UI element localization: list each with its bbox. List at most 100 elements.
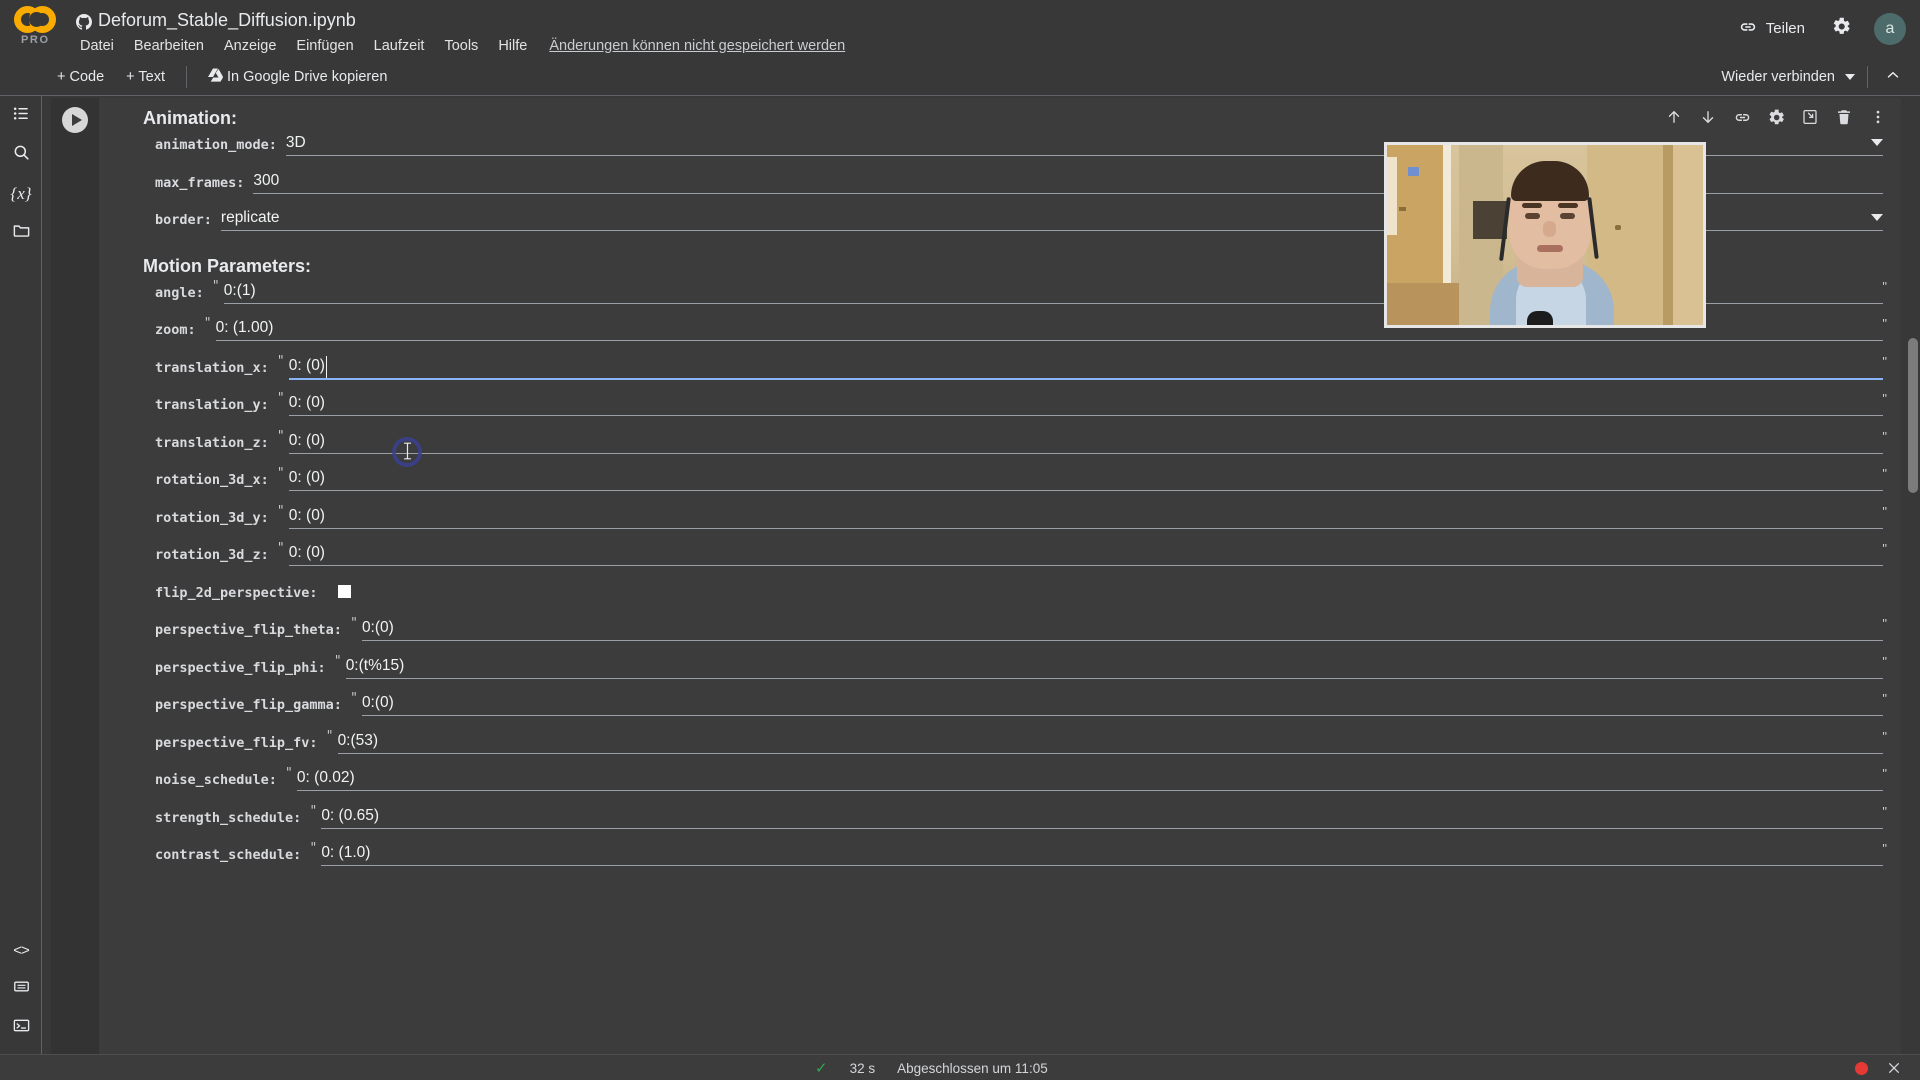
field-value-strength-schedule[interactable]: 0: (0.65) — [310, 806, 1901, 828]
field-control-rotation-3d-y[interactable]: " 0: (0) " — [278, 504, 1901, 529]
sidebar-item-code-snippets[interactable]: <> — [5, 934, 37, 966]
field-value-perspective-flip-gamma[interactable]: 0:(0) — [351, 693, 1901, 715]
chevron-down-icon[interactable] — [1845, 74, 1855, 80]
field-control-rotation-3d-z[interactable]: " 0: (0) " — [278, 541, 1901, 566]
copy-to-drive-button[interactable]: In Google Drive kopieren — [199, 63, 396, 91]
field-row-translation-x: translation_x: " 0: (0) " — [99, 353, 1901, 394]
status-bar: ✓ 32 s Abgeschlossen um 11:05 — [0, 1054, 1920, 1080]
open-quote: " — [334, 653, 341, 669]
field-row-rotation-3d-y: rotation_3d_y: " 0: (0) " — [99, 504, 1901, 544]
webcam-overlay[interactable] — [1384, 142, 1706, 328]
field-value-perspective-flip-fv[interactable]: 0:(53) — [327, 731, 1901, 753]
field-control-perspective-flip-fv[interactable]: " 0:(53) " — [327, 729, 1901, 754]
open-quote: " — [277, 353, 284, 369]
menu-laufzeit[interactable]: Laufzeit — [364, 36, 435, 56]
field-row-flip-2d-perspective: flip_2d_perspective: — [99, 581, 1901, 619]
add-text-cell-button[interactable]: + Text — [117, 64, 174, 90]
field-row-perspective-flip-fv: perspective_flip_fv: " 0:(53) " — [99, 729, 1901, 769]
run-cell-button[interactable] — [62, 107, 88, 133]
notebook-toolbar: + Code + Text In Google Drive kopieren W… — [0, 58, 1920, 96]
field-value-perspective-flip-theta[interactable]: 0:(0) — [351, 618, 1901, 640]
menu-bearbeiten[interactable]: Bearbeiten — [124, 36, 214, 56]
reconnect-button[interactable]: Wieder verbinden — [1713, 64, 1843, 90]
close-icon[interactable] — [1886, 1060, 1902, 1076]
field-value-rotation-3d-y[interactable]: 0: (0) — [278, 506, 1901, 528]
menu-tools[interactable]: Tools — [434, 36, 488, 56]
field-control-translation-y[interactable]: " 0: (0) " — [278, 391, 1901, 416]
folder-icon — [12, 221, 31, 245]
field-row-rotation-3d-z: rotation_3d_z: " 0: (0) " — [99, 541, 1901, 581]
menu-anzeige[interactable]: Anzeige — [214, 36, 286, 56]
notebook-title[interactable]: Deforum_Stable_Diffusion.ipynb — [98, 10, 356, 31]
field-row-perspective-flip-theta: perspective_flip_theta: " 0:(0) " — [99, 616, 1901, 656]
webcam-floor-left — [1387, 283, 1459, 325]
field-row-contrast-schedule: contrast_schedule: " 0: (1.0) " — [99, 841, 1901, 881]
field-control-contrast-schedule[interactable]: " 0: (1.0) " — [310, 841, 1901, 866]
field-control-flip-2d-perspective[interactable] — [327, 581, 1901, 598]
field-underline — [288, 565, 1883, 566]
menu-hilfe[interactable]: Hilfe — [488, 36, 537, 56]
field-control-rotation-3d-x[interactable]: " 0: (0) " — [278, 466, 1901, 491]
vertical-scrollbar-thumb[interactable] — [1908, 338, 1918, 493]
field-value-contrast-schedule[interactable]: 0: (1.0) — [310, 843, 1901, 865]
field-value-rotation-3d-x[interactable]: 0: (0) — [278, 468, 1901, 490]
colab-logo[interactable]: PRO — [12, 4, 64, 52]
field-value-translation-x[interactable]: 0: (0) — [278, 355, 327, 378]
cell-gutter — [51, 98, 99, 1058]
field-label-strength-schedule: strength_schedule: — [155, 809, 302, 826]
terminal-icon — [12, 1016, 31, 1040]
menu-datei[interactable]: Datei — [70, 36, 124, 56]
field-label-border: border: — [155, 212, 212, 228]
chevron-down-icon[interactable] — [1871, 139, 1883, 146]
webcam-wall-sticker — [1408, 167, 1419, 176]
field-label-contrast-schedule: contrast_schedule: — [155, 847, 302, 863]
settings-button[interactable] — [1821, 10, 1862, 47]
search-icon — [12, 143, 31, 167]
field-value-translation-y[interactable]: 0: (0) — [278, 393, 1901, 415]
add-code-cell-button[interactable]: + Code — [48, 64, 113, 90]
close-quote: " — [1882, 691, 1887, 706]
sidebar-item-table-of-contents[interactable] — [5, 100, 37, 132]
close-quote: " — [1882, 316, 1887, 331]
field-label-flip-2d-perspective: flip_2d_perspective: — [155, 584, 318, 601]
vertical-scrollbar-track[interactable] — [1906, 96, 1920, 1056]
chevron-down-icon[interactable] — [1871, 214, 1883, 221]
field-control-strength-schedule[interactable]: " 0: (0.65) " — [310, 804, 1901, 829]
field-control-translation-z[interactable]: " 0: (0) " — [278, 429, 1901, 454]
webcam-person-eyebrow-left — [1522, 203, 1542, 208]
field-label-translation-y: translation_y: — [155, 397, 269, 413]
field-underline — [321, 827, 1883, 829]
webcam-far-right-panel — [1673, 145, 1703, 325]
close-quote: " — [1882, 653, 1887, 669]
field-value-perspective-flip-phi[interactable]: 0:(t%15) — [335, 656, 1901, 678]
field-label-perspective-flip-fv: perspective_flip_fv: — [155, 734, 318, 751]
field-label-rotation-3d-z: rotation_3d_z: — [155, 547, 269, 563]
sidebar-item-terminal[interactable] — [5, 1012, 37, 1044]
sidebar-item-search[interactable] — [5, 139, 37, 171]
menu-einfuegen[interactable]: Einfügen — [286, 36, 363, 56]
flip-2d-perspective-checkbox[interactable] — [337, 584, 351, 598]
field-value-translation-z[interactable]: 0: (0) — [278, 431, 1901, 453]
check-icon: ✓ — [815, 1060, 828, 1077]
field-value-rotation-3d-z[interactable]: 0: (0) — [278, 543, 1901, 565]
save-status-note[interactable]: Änderungen können nicht gespeichert werd… — [549, 38, 845, 54]
sidebar-item-variables[interactable]: {x} — [5, 178, 37, 210]
share-button[interactable]: Teilen — [1728, 11, 1815, 47]
close-quote: " — [1882, 766, 1887, 781]
field-label-rotation-3d-x: rotation_3d_x: — [155, 472, 269, 488]
link-icon — [1738, 17, 1758, 41]
sidebar-item-command-palette[interactable] — [5, 973, 37, 1005]
field-control-perspective-flip-theta[interactable]: " 0:(0) " — [351, 616, 1901, 641]
field-value-noise-schedule[interactable]: 0: (0.02) — [286, 768, 1901, 790]
close-quote: " — [1882, 466, 1887, 481]
field-control-perspective-flip-phi[interactable]: " 0:(t%15) " — [334, 653, 1901, 679]
field-control-translation-x[interactable]: " 0: (0) " — [277, 353, 1901, 380]
left-sidebar-rail: {x} <> — [0, 96, 42, 1080]
field-control-perspective-flip-gamma[interactable]: " 0:(0) " — [351, 691, 1901, 716]
avatar[interactable]: a — [1874, 12, 1906, 45]
sidebar-item-files[interactable] — [5, 217, 37, 249]
webcam-door-frame — [1663, 145, 1673, 325]
field-label-rotation-3d-y: rotation_3d_y: — [155, 509, 269, 526]
field-control-noise-schedule[interactable]: " 0: (0.02) " — [286, 766, 1901, 791]
chevron-up-icon[interactable] — [1880, 62, 1906, 93]
